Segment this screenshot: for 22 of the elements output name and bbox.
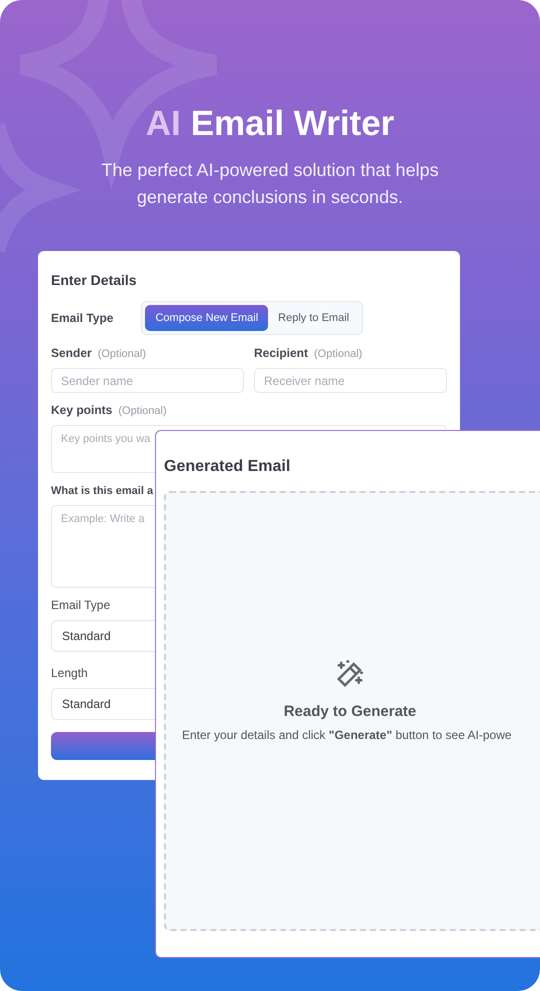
optional-hint: (Optional) [314,348,362,360]
segment-tab[interactable]: Reply to Email [268,305,360,331]
optional-hint: (Optional) [118,405,167,417]
title-prefix: AI [146,103,181,145]
field-label: Length [51,666,88,680]
field-label: Email Type [51,311,114,325]
field-label: Key points [51,403,112,417]
field-label: Email Type [51,598,110,612]
field-label: Recipient [254,346,308,360]
card-heading: Enter Details [51,271,138,289]
optional-hint: (Optional) [98,348,146,360]
page-title: Email Writer [190,103,394,145]
empty-text: Enter your details and click "Generate" button to see AI-powe [182,728,512,742]
recipient-field[interactable]: Receiver name [254,368,447,393]
empty-title: Ready to Generate [284,703,416,720]
sender-field[interactable]: Sender name [51,368,244,393]
field-label: What is this email a [51,485,154,497]
segment-tab[interactable]: Compose New Email [145,305,268,331]
subtitle: The perfect AI-powered solution that helps generate conclusions in seconds. [100,159,440,209]
card-heading: Generated Email [164,457,292,477]
field-label: Sender [51,346,92,360]
magic-wand-icon [335,659,365,689]
